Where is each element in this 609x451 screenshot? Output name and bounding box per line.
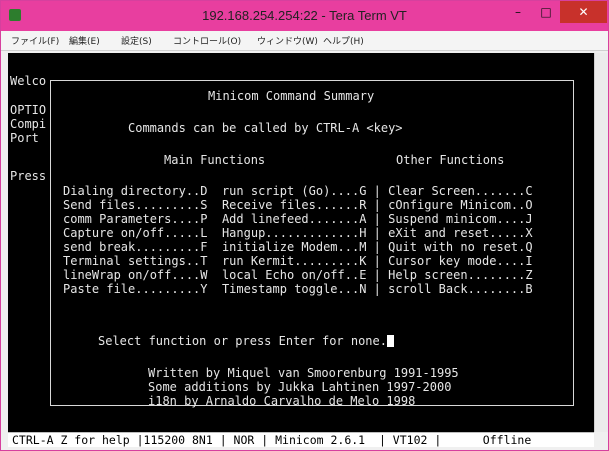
command-row: comm Parameters....P Add linefeed.......… bbox=[63, 212, 533, 226]
menu-edit[interactable]: 編集(E) bbox=[69, 34, 100, 47]
teraterm-window: 192.168.254.254:22 - Tera Term VT – □ ✕ … bbox=[0, 0, 609, 451]
menu-bar: ファイル(F) 編集(E) 設定(S) コントロール(O) ウィンドウ(W) ヘ… bbox=[1, 31, 608, 51]
vertical-scrollbar[interactable] bbox=[594, 53, 608, 432]
menu-window[interactable]: ウィンドウ(W) bbox=[257, 34, 318, 47]
summary-title: Minicom Command Summary bbox=[208, 89, 375, 103]
terminal-fragment: OPTIO bbox=[10, 103, 47, 117]
status-text: CTRL-A Z for help |115200 8N1 | NOR | Mi… bbox=[12, 433, 532, 447]
minimize-button[interactable]: – bbox=[504, 1, 532, 23]
terminal-fragment: Compi bbox=[10, 117, 47, 131]
menu-file[interactable]: ファイル(F) bbox=[11, 34, 59, 47]
text-cursor bbox=[386, 335, 394, 347]
prompt-line: Select function or press Enter for none. bbox=[98, 334, 394, 348]
terminal-screen[interactable]: Welco OPTIO Compi Port Press Minicom Com… bbox=[8, 53, 594, 432]
credit-line: Written by Miquel van Smoorenburg 1991-1… bbox=[148, 366, 459, 380]
command-row: lineWrap on/off....W local Echo on/off..… bbox=[63, 268, 533, 282]
terminal-fragment: Port bbox=[10, 131, 39, 145]
menu-help[interactable]: ヘルプ(H) bbox=[323, 34, 364, 47]
menu-control[interactable]: コントロール(O) bbox=[173, 34, 241, 47]
title-bar[interactable]: 192.168.254.254:22 - Tera Term VT – □ ✕ bbox=[1, 1, 608, 31]
main-functions-header: Main Functions bbox=[164, 153, 266, 167]
minicom-status-bar: CTRL-A Z for help |115200 8N1 | NOR | Mi… bbox=[8, 432, 594, 447]
command-row: Terminal settings..T run Kermit.........… bbox=[63, 254, 533, 268]
other-functions-header: Other Functions bbox=[396, 153, 505, 167]
terminal-fragment: Press bbox=[10, 169, 47, 183]
command-row: Dialing directory..D run script (Go)....… bbox=[63, 184, 533, 198]
command-row: send break.........F initialize Modem...… bbox=[63, 240, 533, 254]
summary-subtitle: Commands can be called by CTRL-A <key> bbox=[128, 121, 403, 135]
command-row: Send files.........S Receive files......… bbox=[63, 198, 533, 212]
close-button[interactable]: ✕ bbox=[560, 1, 607, 23]
credit-line: Some additions by Jukka Lahtinen 1997-20… bbox=[148, 380, 452, 394]
maximize-button[interactable]: □ bbox=[532, 1, 560, 23]
menu-setup[interactable]: 設定(S) bbox=[121, 34, 152, 47]
credit-line: i18n by Arnaldo Carvalho de Melo 1998 bbox=[148, 394, 416, 408]
command-row: Capture on/off.....L Hangup.............… bbox=[63, 226, 533, 240]
terminal-fragment: Welco bbox=[10, 74, 47, 88]
command-row: Paste file.........Y Timestamp toggle...… bbox=[63, 282, 533, 296]
prompt-text: Select function or press Enter for none. bbox=[98, 334, 387, 348]
